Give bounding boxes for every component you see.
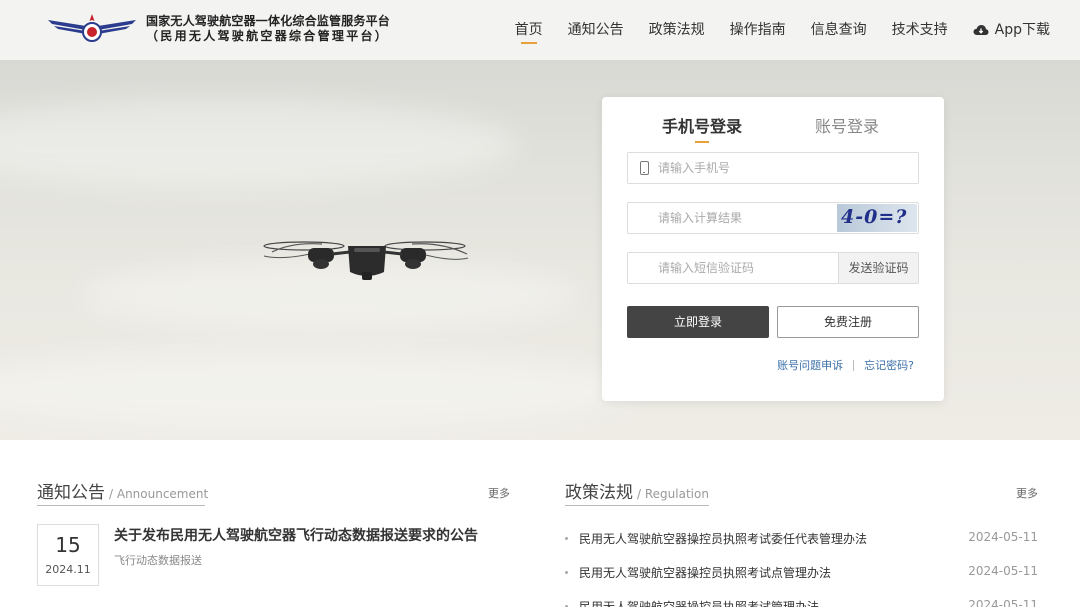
policies-title-en: / Regulation [637,487,709,501]
notice-date-box: 15 2024.11 [37,524,99,586]
top-header: 国家无人驾驶航空器一体化综合监管服务平台 （民用无人驾驶航空器综合管理平台） 首… [0,0,1080,60]
send-sms-button[interactable]: 发送验证码 [838,253,918,283]
policy-title: 民用无人驾驶航空器操控员执照考试委任代表管理办法 [579,532,868,546]
policy-title: 民用无人驾驶航空器操控员执照考试点管理办法 [579,566,832,580]
phone-input[interactable] [658,153,908,183]
brand-line-1: 国家无人驾驶航空器一体化综合监管服务平台 [146,14,391,28]
list-item[interactable]: 民用无人驾驶航空器操控员执照考试点管理办法 2024-05-11 [565,564,1040,598]
tab-phone-login[interactable]: 手机号登录 [662,113,742,143]
notices-section-title: 通知公告 / Announcement [37,478,208,503]
login-help-links: 账号问题申诉 忘记密码? [777,357,914,373]
list-item[interactable]: 民用无人驾驶航空器操控员执照考试管理办法 2024-05-11 [565,598,1040,607]
login-button[interactable]: 立即登录 [627,306,769,338]
nav-policies[interactable]: 政策法规 [649,0,705,60]
account-issue-link[interactable]: 账号问题申诉 [777,357,843,373]
nav-tech-support[interactable]: 技术支持 [892,0,948,60]
policies-more-link[interactable]: 更多 [1016,485,1038,501]
phone-field [627,152,919,184]
policy-list: 民用无人驾驶航空器操控员执照考试委任代表管理办法 2024-05-11 民用无人… [565,530,1040,607]
register-button[interactable]: 免费注册 [777,306,919,338]
policy-date: 2024-05-11 [968,598,1038,607]
caac-logo-icon[interactable] [46,12,138,46]
login-card: 手机号登录 账号登录 4-0=? 发送验证码 立即登录 免费注册 账号问题申诉 … [602,97,944,401]
notices-title-en: / Announcement [109,487,209,501]
mobile-phone-icon [640,161,649,175]
policy-date: 2024-05-11 [968,530,1038,544]
nav-info-query[interactable]: 信息查询 [811,0,867,60]
cloud-download-icon [973,25,989,35]
app-download-label: App下载 [994,22,1050,38]
notices-more-link[interactable]: 更多 [488,485,510,501]
cloud-decoration [0,350,640,430]
notices-title-underline [37,505,205,506]
captcha-image[interactable]: 4-0=? [837,204,917,232]
captcha-field: 4-0=? [627,202,919,234]
nav-notices[interactable]: 通知公告 [568,0,624,60]
nav-home[interactable]: 首页 [515,0,543,60]
forgot-password-link[interactable]: 忘记密码? [864,357,914,373]
sms-code-field: 发送验证码 [627,252,919,284]
captcha-text: 4-0=? [841,206,908,228]
policy-title: 民用无人驾驶航空器操控员执照考试管理办法 [579,600,820,607]
list-item[interactable]: 民用无人驾驶航空器操控员执照考试委任代表管理办法 2024-05-11 [565,530,1040,564]
policies-title-underline [565,505,709,506]
bullet-icon [565,537,568,540]
drone-image-icon [263,241,469,280]
notice-day: 15 [55,533,81,557]
policies-section-title: 政策法规 / Regulation [565,478,709,503]
captcha-input[interactable] [658,203,828,233]
sms-code-input[interactable] [658,253,828,283]
brand-title: 国家无人驾驶航空器一体化综合监管服务平台 （民用无人驾驶航空器综合管理平台） [146,14,390,44]
link-divider [853,359,855,371]
notice-title-link[interactable]: 关于发布民用无人驾驶航空器飞行动态数据报送要求的公告 [114,525,478,545]
login-tabs: 手机号登录 账号登录 [602,113,944,143]
brand-line-2: （民用无人驾驶航空器综合管理平台） [146,29,390,43]
tab-account-login[interactable]: 账号登录 [815,113,879,137]
notice-year-month: 2024.11 [45,563,91,576]
bullet-icon [565,571,568,574]
policy-date: 2024-05-11 [968,564,1038,578]
nav-guide[interactable]: 操作指南 [730,0,786,60]
notices-title: 通知公告 [37,483,105,503]
nav-app-download[interactable]: App下载 [973,0,1050,60]
policies-title: 政策法规 [565,483,633,503]
main-nav: 首页 通知公告 政策法规 操作指南 信息查询 技术支持 App下载 [490,0,1050,60]
notice-subtitle: 飞行动态数据报送 [114,554,202,567]
cloud-decoration [0,100,520,190]
